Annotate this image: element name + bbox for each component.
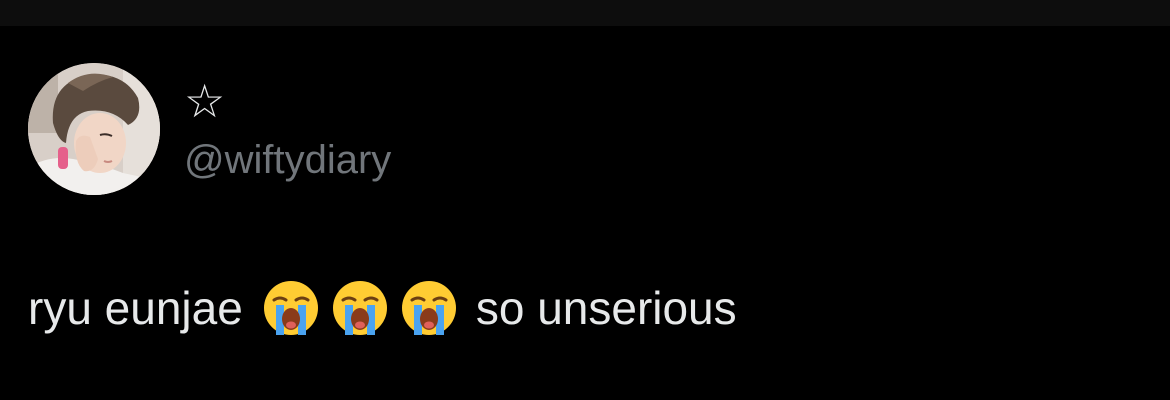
loudly-crying-face-icon: [332, 281, 387, 335]
top-bar: [0, 0, 1170, 26]
loudly-crying-face-icon: [263, 281, 318, 335]
emoji-group: [262, 279, 458, 337]
tweet-text-start: ryu eunjae: [28, 282, 243, 334]
user-handle[interactable]: @wiftydiary: [184, 138, 391, 182]
loudly-crying-face-icon: [401, 281, 456, 335]
display-name[interactable]: ☆: [184, 76, 225, 126]
avatar[interactable]: [28, 63, 160, 195]
tweet-text-end: so unserious: [475, 282, 737, 334]
profile-photo-icon: [28, 63, 160, 195]
tweet-text: ryu eunjae so unserious: [28, 278, 737, 338]
